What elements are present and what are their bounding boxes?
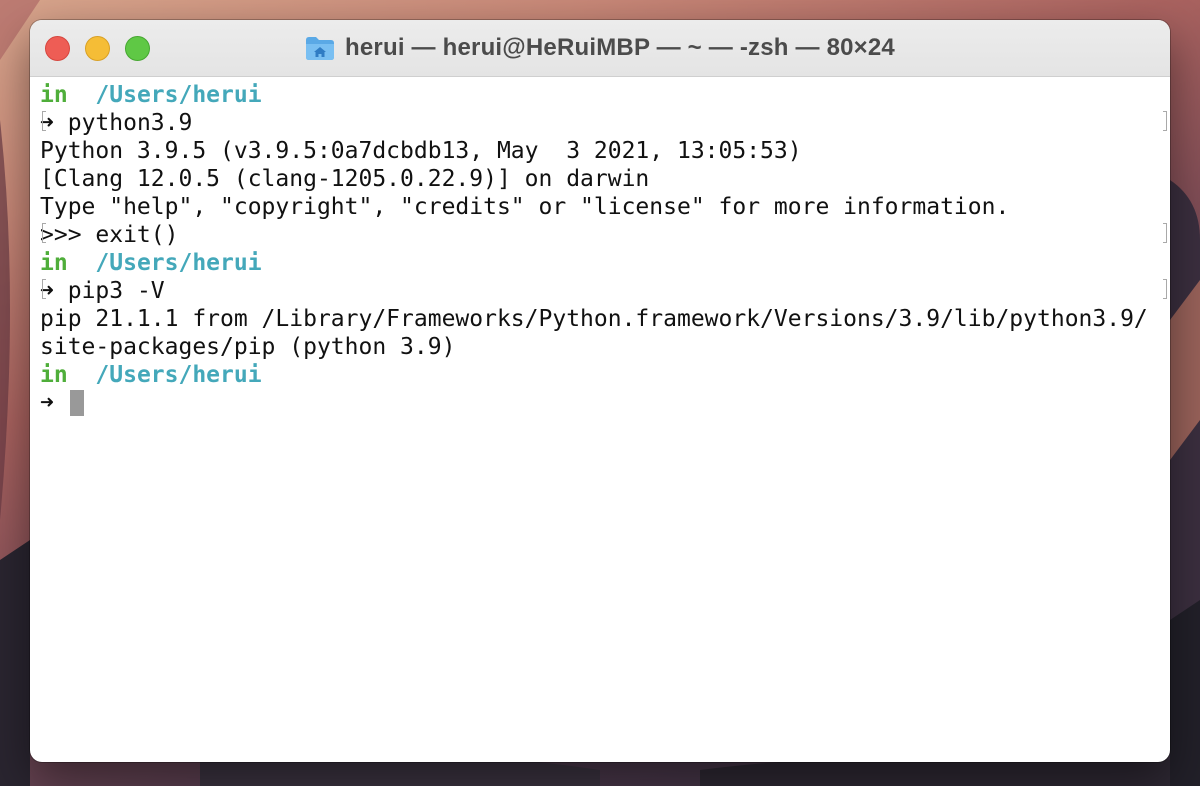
output-text: Type "help", "copyright", "credits" or "…	[40, 194, 1010, 220]
command-mark-left	[42, 279, 46, 299]
text-cursor	[69, 390, 84, 416]
output-text: pip 21.1.1 from /Library/Frameworks/Pyth…	[40, 306, 1148, 332]
command-line: ➜ python3.9	[40, 109, 1170, 137]
output-text: [Clang 12.0.5 (clang-1205.0.22.9)] on da…	[40, 166, 650, 192]
command-mark-left	[42, 223, 46, 243]
window-title-group: herui — herui@HeRuiMBP — ~ — -zsh — 80×2…	[30, 20, 1170, 76]
prompt-line: in /Users/herui	[40, 361, 1170, 389]
prompt-line: in /Users/herui	[40, 249, 1170, 277]
window-title: herui — herui@HeRuiMBP — ~ — -zsh — 80×2…	[345, 34, 895, 61]
title-bar[interactable]: herui — herui@HeRuiMBP — ~ — -zsh — 80×2…	[30, 20, 1170, 77]
command-text: python3.9	[67, 110, 193, 136]
active-command-line[interactable]: ➜	[40, 389, 1170, 417]
prompt-in-label: in	[40, 362, 68, 388]
prompt-in-label: in	[40, 82, 68, 108]
output-line: Python 3.9.5 (v3.9.5:0a7dcbdb13, May 3 2…	[40, 137, 1170, 165]
command-mark-right	[1163, 279, 1167, 299]
repl-text: >>> exit()	[40, 222, 179, 248]
repl-line: >>> exit()	[40, 221, 1170, 249]
output-line: site-packages/pip (python 3.9)	[40, 333, 1170, 361]
prompt-path: /Users/herui	[95, 250, 262, 276]
output-text: site-packages/pip (python 3.9)	[40, 334, 456, 360]
terminal-window: herui — herui@HeRuiMBP — ~ — -zsh — 80×2…	[30, 20, 1170, 762]
output-line: pip 21.1.1 from /Library/Frameworks/Pyth…	[40, 305, 1170, 333]
prompt-path: /Users/herui	[95, 362, 262, 388]
terminal-output[interactable]: in /Users/herui ➜ python3.9 Python 3.9.5…	[30, 77, 1170, 417]
command-line: ➜ pip3 -V	[40, 277, 1170, 305]
output-text: Python 3.9.5 (v3.9.5:0a7dcbdb13, May 3 2…	[40, 138, 802, 164]
output-line: Type "help", "copyright", "credits" or "…	[40, 193, 1170, 221]
command-text: pip3 -V	[67, 278, 165, 304]
command-mark-right	[1163, 111, 1167, 131]
prompt-line: in /Users/herui	[40, 81, 1170, 109]
command-mark-right	[1163, 223, 1167, 243]
prompt-arrow-icon: ➜	[40, 390, 54, 416]
home-folder-icon	[306, 37, 335, 60]
prompt-in-label: in	[40, 250, 68, 276]
output-line: [Clang 12.0.5 (clang-1205.0.22.9)] on da…	[40, 165, 1170, 193]
command-mark-left	[42, 111, 46, 131]
prompt-path: /Users/herui	[95, 82, 262, 108]
